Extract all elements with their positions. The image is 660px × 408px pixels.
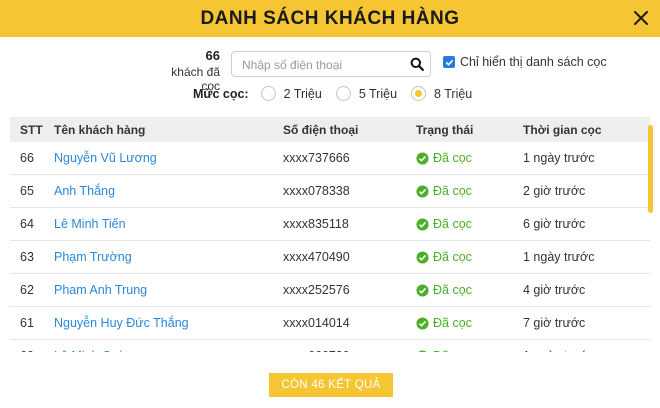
- check-circle-icon: [416, 217, 429, 231]
- customer-name-link[interactable]: Nguyễn Vũ Lương: [54, 151, 157, 165]
- show-more-button[interactable]: CÒN 46 KẾT QUẢ: [269, 373, 393, 397]
- level-option-label: 2 Triệu: [283, 86, 322, 101]
- status-label: Đã cọc: [433, 283, 472, 297]
- level-option-5[interactable]: 5 Triệu: [335, 86, 398, 101]
- row-phone: xxxx470490: [283, 250, 350, 264]
- row-time: 1 ngày trước: [523, 349, 643, 352]
- radio-button[interactable]: [335, 86, 351, 101]
- customer-name-link[interactable]: Lê Minh Tiến: [54, 217, 126, 231]
- row-time: 4 giờ trước: [523, 283, 586, 297]
- table-header: STT Tên khách hàng Số điện thoại Trạng t…: [10, 117, 650, 142]
- row-name-cell: Lê Minh Tiến: [54, 217, 283, 231]
- check-circle-icon: [417, 349, 428, 352]
- phone-search-box: [231, 51, 431, 77]
- row-phone: xxxx666729: [283, 349, 416, 352]
- row-name-cell: Anh Thắng: [54, 184, 283, 198]
- phone-search-input[interactable]: [240, 53, 409, 77]
- status-label: Đã cọc: [433, 217, 472, 231]
- table-row: 60Lê Minh Quí xxxx666729 Đã cọc 1 ngày trướ…: [10, 340, 650, 352]
- row-time: 7 giờ trước: [523, 316, 586, 330]
- row-time: 1 ngày trước: [523, 151, 595, 165]
- only-deposit-checkbox[interactable]: [443, 56, 455, 68]
- row-time: 1 ngày trước: [523, 250, 595, 264]
- row-status: Đã cọc: [416, 217, 523, 231]
- row-phone: xxxx737666: [283, 151, 350, 165]
- level-option-2[interactable]: 2 Triệu: [260, 86, 322, 101]
- customer-name-link[interactable]: Pham Anh Trung: [54, 283, 147, 297]
- check-circle-icon: [416, 151, 429, 165]
- row-stt: 65: [20, 184, 34, 198]
- row-phone: xxxx835118: [283, 217, 349, 231]
- deposit-count-number: 66: [205, 48, 220, 63]
- row-status: Đã cọc: [416, 151, 523, 165]
- status-label: Đã cọc: [433, 316, 472, 330]
- modal-header: DANH SÁCH KHÁCH HÀNG: [0, 0, 660, 37]
- check-circle-icon: [416, 316, 429, 330]
- row-status: Đã cọc: [416, 283, 523, 297]
- row-name-cell: Nguyễn Huy Đức Thắng: [54, 316, 283, 330]
- row-stt: 61: [20, 316, 34, 330]
- check-icon: [445, 59, 453, 66]
- row-stt: 66: [20, 151, 34, 165]
- row-time: 2 giờ trước: [523, 184, 586, 198]
- check-circle-icon: [416, 184, 429, 198]
- row-name-cell: Phạm Trường: [54, 250, 283, 264]
- row-stt: 64: [20, 217, 34, 231]
- table-row: 62 Pham Anh Trung xxxx252576 Đã cọc 4 giờ tr…: [10, 274, 650, 307]
- status-label: Đã cọc: [433, 349, 472, 352]
- customer-table: STT Tên khách hàng Số điện thoại Trạng t…: [0, 117, 660, 352]
- search-icon[interactable]: [410, 57, 424, 71]
- column-header-status: Trạng thái: [416, 122, 474, 137]
- check-circle-icon: [416, 283, 429, 297]
- table-row: 65 Anh Thắng xxxx078338 Đã cọc 2 giờ trước: [10, 175, 650, 208]
- deposit-level-group: Mức cọc: 2 Triệu 5 Triệu 8 Triệu: [193, 86, 486, 101]
- status-label: Đã cọc: [433, 151, 472, 165]
- customer-name-link[interactable]: Anh Thắng: [54, 184, 115, 198]
- row-phone: xxxx252576: [283, 283, 350, 297]
- table-row: 63 Phạm Trường xxxx470490 Đã cọc 1 ngày trướ…: [10, 241, 650, 274]
- radio-button[interactable]: [260, 86, 276, 101]
- row-name-cell: Lê Minh Quí: [54, 349, 283, 352]
- only-deposit-label: Chỉ hiển thị danh sách cọc: [460, 55, 607, 69]
- level-option-8[interactable]: 8 Triệu: [411, 86, 472, 101]
- row-phone: xxxx014014: [283, 316, 350, 330]
- row-status: Đã cọc: [416, 349, 523, 352]
- column-header-time: Thời gian cọc: [523, 122, 602, 137]
- column-header-phone: Số điện thoại: [283, 122, 359, 137]
- table-body: 66 Nguyễn Vũ Lương xxxx737666 Đã cọc 1 ngày …: [0, 142, 660, 352]
- row-name-cell: Nguyễn Vũ Lương: [54, 151, 283, 165]
- row-status: Đã cọc: [416, 250, 523, 264]
- column-header-name: Tên khách hàng: [54, 122, 146, 137]
- row-status: Đã cọc: [416, 316, 523, 330]
- table-row: 61 Nguyễn Huy Đức Thắng xxxx014014 Đã cọc 7 …: [10, 307, 650, 340]
- row-stt: 60: [10, 349, 54, 352]
- row-time: 6 giờ trước: [523, 217, 586, 231]
- check-circle-icon: [416, 250, 429, 264]
- status-label: Đã cọc: [433, 184, 472, 198]
- close-icon[interactable]: [632, 9, 650, 27]
- status-label: Đã cọc: [433, 250, 472, 264]
- only-deposit-toggle[interactable]: Chỉ hiển thị danh sách cọc: [443, 55, 607, 69]
- filter-panel: 66 khách đã cọc Chỉ hiển thị danh sách c…: [0, 37, 660, 117]
- table-row: 66 Nguyễn Vũ Lương xxxx737666 Đã cọc 1 ngày …: [10, 142, 650, 175]
- row-name-cell: Pham Anh Trung: [54, 283, 283, 297]
- row-stt: 63: [20, 250, 34, 264]
- page-title: DANH SÁCH KHÁCH HÀNG: [200, 7, 460, 29]
- customer-name-link[interactable]: Lê Minh Quí: [54, 349, 122, 352]
- radio-button-selected[interactable]: [411, 86, 427, 101]
- row-phone: xxxx078338: [283, 184, 350, 198]
- deposit-level-label: Mức cọc:: [193, 86, 249, 101]
- column-header-stt: STT: [20, 122, 43, 137]
- level-option-label: 5 Triệu: [358, 86, 398, 101]
- row-status: Đã cọc: [416, 184, 523, 198]
- table-row: 64 Lê Minh Tiến xxxx835118 Đã cọc 6 giờ trướ…: [10, 208, 650, 241]
- row-stt: 62: [20, 283, 34, 297]
- table-scrollbar[interactable]: [648, 125, 653, 213]
- customer-name-link[interactable]: Nguyễn Huy Đức Thắng: [54, 316, 189, 330]
- level-option-label: 8 Triệu: [434, 86, 473, 101]
- customer-name-link[interactable]: Phạm Trường: [54, 250, 132, 264]
